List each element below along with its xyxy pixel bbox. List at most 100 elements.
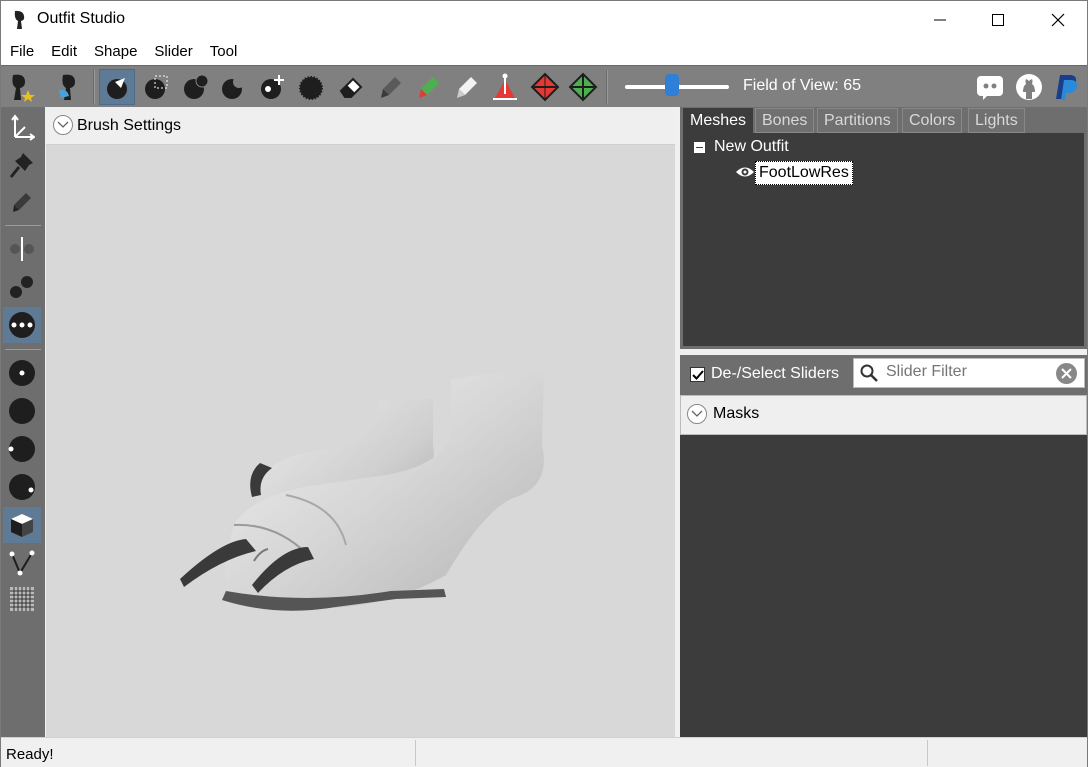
close-icon — [1051, 13, 1065, 27]
vertex-select-icon — [568, 72, 598, 102]
show-vertices-button[interactable] — [3, 307, 41, 343]
menu-shape[interactable]: Shape — [85, 39, 145, 65]
load-outfit-button[interactable] — [51, 69, 87, 105]
transform-axes-icon — [11, 114, 35, 141]
github-icon — [1016, 74, 1042, 100]
pin-button[interactable] — [3, 147, 41, 183]
clear-filter-button[interactable] — [1056, 363, 1077, 384]
search-icon — [860, 364, 878, 382]
edge-icon — [9, 550, 35, 576]
cube-button[interactable] — [3, 507, 41, 543]
github-button[interactable] — [1011, 69, 1047, 105]
title-bar: Outfit Studio — [1, 1, 1087, 39]
maximize-button[interactable] — [969, 1, 1027, 39]
tab-bones[interactable]: Bones — [755, 108, 815, 133]
paypal-button[interactable] — [1049, 69, 1085, 105]
pivot-tool-button[interactable] — [527, 69, 563, 105]
inflate-brush-button[interactable] — [177, 69, 213, 105]
brush-settings-expand-icon[interactable] — [53, 115, 73, 135]
connected-button[interactable] — [3, 269, 41, 305]
field-of-view-label: Field of View: 65 — [743, 77, 861, 94]
masks-label: Masks — [713, 405, 760, 422]
sphere-right-button[interactable] — [3, 469, 41, 505]
sphere-right-icon — [9, 474, 35, 500]
menu-file[interactable]: File — [1, 39, 42, 65]
discord-button[interactable] — [972, 69, 1008, 105]
maximize-icon — [992, 14, 1004, 26]
alpha-paint-button[interactable] — [449, 69, 485, 105]
transform-axes-button[interactable] — [3, 109, 41, 145]
menu-bar: File Edit Shape Slider Tool — [1, 39, 1087, 65]
slider-filter-input[interactable] — [886, 363, 1046, 381]
mirror-icon — [10, 237, 34, 261]
menu-tool[interactable]: Tool — [201, 39, 246, 65]
select-brush-button[interactable] — [99, 69, 135, 105]
weight-paint-icon — [381, 77, 401, 98]
color-paint-button[interactable] — [411, 69, 447, 105]
brush-settings-label: Brush Settings — [77, 117, 182, 134]
pivot-icon — [530, 72, 560, 102]
main-toolbar — [1, 65, 1087, 107]
load-outfit-icon — [59, 74, 75, 100]
tree-collapse-icon[interactable] — [694, 142, 705, 153]
deselect-sliders-label: De-/Select Sliders — [711, 365, 840, 382]
edge-button[interactable] — [3, 545, 41, 581]
3d-viewport[interactable] — [46, 145, 675, 737]
slider-list — [680, 435, 1087, 737]
dots-icon — [10, 276, 33, 298]
mask-brush-icon — [145, 75, 168, 99]
field-of-view-slider-thumb[interactable] — [665, 74, 679, 96]
minimize-icon — [934, 19, 946, 21]
tab-partitions[interactable]: Partitions — [817, 108, 898, 133]
tab-meshes[interactable]: Meshes — [683, 108, 754, 133]
eye-icon[interactable] — [735, 165, 755, 179]
tree-item-mesh[interactable]: FootLowRes — [755, 161, 853, 185]
left-tool-strip — [1, 107, 45, 737]
menu-slider[interactable]: Slider — [145, 39, 200, 65]
status-text: Ready! — [6, 746, 54, 763]
deselect-sliders-checkbox[interactable] — [690, 367, 705, 382]
reference-outfit-button[interactable] — [3, 69, 39, 105]
deflate-brush-button[interactable] — [215, 69, 251, 105]
weight-paint-button[interactable] — [373, 69, 409, 105]
close-button[interactable] — [1029, 1, 1087, 39]
undiff-brush-button[interactable] — [333, 69, 369, 105]
sphere-left-icon — [8, 436, 35, 462]
discord-icon — [977, 76, 1003, 100]
mesh-tabs: Meshes Bones Partitions Colors Lights — [680, 107, 1087, 133]
tree-root-outfit[interactable]: New Outfit — [714, 138, 789, 156]
slider-filter-box[interactable] — [853, 358, 1085, 388]
foot-mesh-render — [180, 372, 544, 611]
smooth-brush-icon — [299, 76, 323, 100]
mask-brush-button[interactable] — [137, 69, 173, 105]
tab-lights[interactable]: Lights — [968, 108, 1025, 133]
grid-button[interactable] — [3, 581, 41, 617]
move-brush-button[interactable] — [254, 69, 290, 105]
select-brush-icon — [107, 78, 127, 99]
masks-expand-icon[interactable] — [687, 404, 707, 424]
move-brush-icon — [261, 75, 284, 99]
smooth-brush-button[interactable] — [293, 69, 329, 105]
status-bar: Ready! — [1, 737, 1087, 767]
alpha-paint-icon — [457, 77, 477, 98]
outfit-studio-window: Outfit Studio File Edit Shape Slider Too… — [0, 0, 1088, 767]
sphere-icon — [9, 398, 35, 424]
sphere-small-button[interactable] — [3, 355, 41, 391]
sphere-button[interactable] — [3, 393, 41, 429]
clear-icon — [1061, 368, 1072, 379]
transform-icon — [493, 73, 517, 100]
minimize-button[interactable] — [911, 1, 969, 39]
eraser-icon — [339, 77, 363, 98]
transform-tool-button[interactable] — [487, 69, 523, 105]
sphere-left-button[interactable] — [3, 431, 41, 467]
tab-colors[interactable]: Colors — [902, 108, 963, 133]
mirror-button[interactable] — [3, 231, 41, 267]
app-logo-icon — [14, 10, 25, 29]
grid-icon — [10, 587, 34, 611]
pen-button[interactable] — [3, 185, 41, 221]
color-paint-icon — [419, 77, 439, 98]
sphere-small-icon — [9, 360, 35, 386]
vertex-select-button[interactable] — [565, 69, 601, 105]
menu-edit[interactable]: Edit — [42, 39, 85, 65]
pen-icon — [13, 193, 31, 212]
